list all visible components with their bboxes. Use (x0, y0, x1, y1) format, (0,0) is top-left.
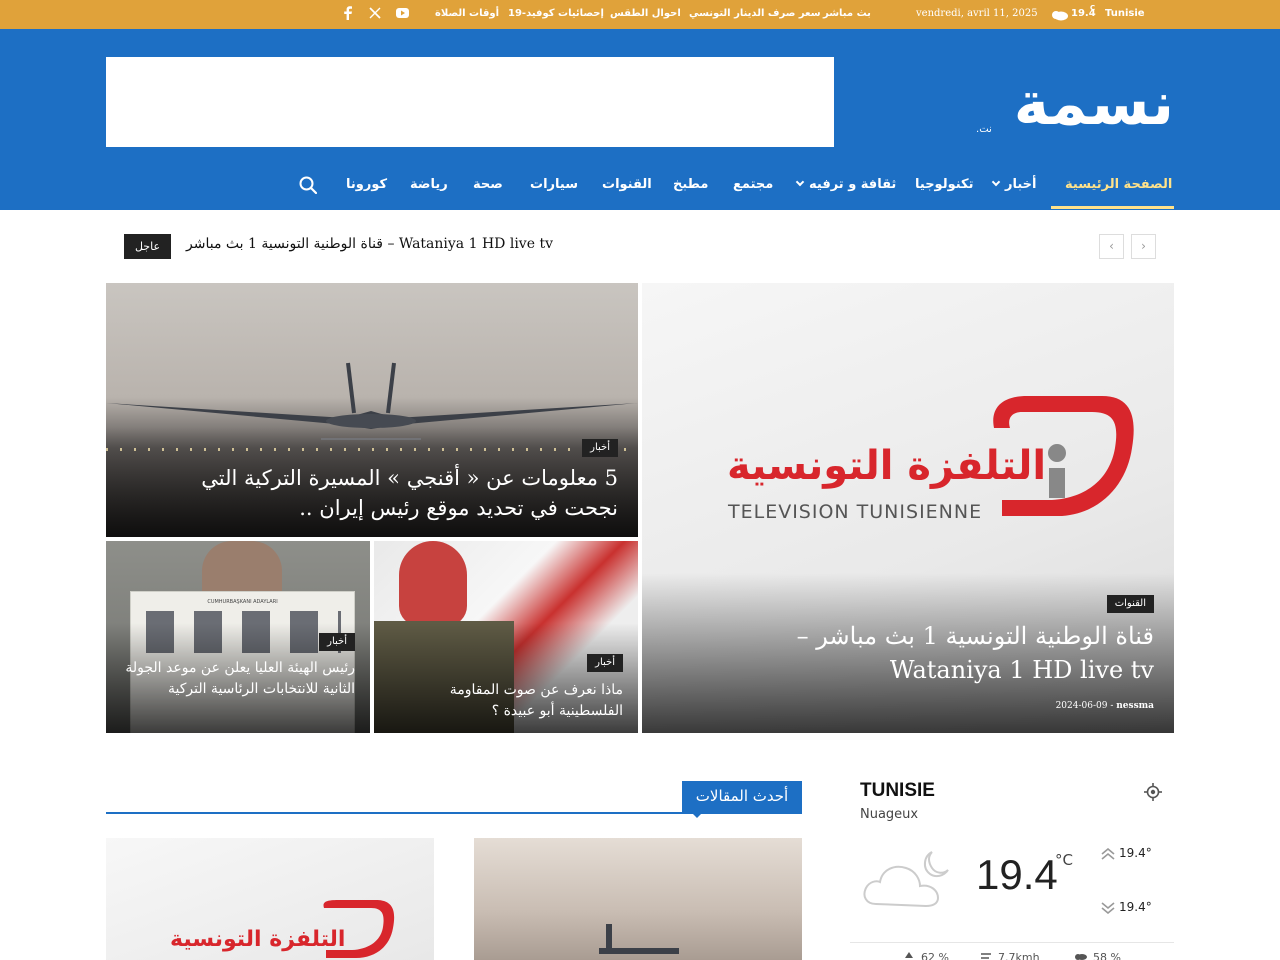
nav-tech[interactable]: تكنولوجيا (915, 159, 974, 210)
nav-cars[interactable]: سيارات (530, 159, 578, 210)
hero-main-title[interactable]: قناة الوطنية التونسية 1 بث مباشر – Watan… (734, 619, 1154, 687)
nav-news-label: أخبار (1005, 177, 1037, 192)
hero-top-card[interactable]: أخبار 5 معلومات عن « أقنجي » المسيرة الت… (106, 283, 638, 537)
hero-top-category[interactable]: أخبار (582, 439, 618, 457)
nav-society[interactable]: مجتمع (733, 159, 773, 210)
nav-culture-label: ثقافة و ترفيه (809, 177, 897, 192)
weather-unit: °C (1055, 851, 1073, 869)
hero-main-author[interactable]: nessma (1116, 701, 1154, 711)
hero-left-title[interactable]: رئيس الهيئة العليا يعلن عن موعد الجولة ا… (125, 658, 355, 700)
hero-left-card[interactable]: CUMHURBAŞKANI ADAYLARI أخبار رئيس الهيئة… (106, 541, 370, 733)
main-nav: الصفحة الرئيسية أخبار تكنولوجيا ثقافة و … (0, 159, 1280, 210)
tv-logo-french: TELEVISION TUNISIENNE (728, 501, 983, 523)
ad-banner[interactable] (106, 57, 834, 147)
weather-high: 19.4° (1119, 846, 1152, 860)
chevron-down-icon (991, 177, 1001, 187)
hero-top-title[interactable]: 5 معلومات عن « أقنجي » المسيرة التركية ا… (198, 463, 618, 523)
ticker-headline[interactable]: قناة الوطنية التونسية 1 بث مباشر – Watan… (186, 236, 553, 252)
facebook-icon[interactable] (343, 6, 357, 20)
weather-temp: 19.4 (976, 851, 1058, 898)
article-card-2[interactable] (474, 838, 802, 960)
nav-home[interactable]: الصفحة الرئيسية (1065, 159, 1172, 210)
clouds-icon (1075, 954, 1087, 960)
drone-image-small (599, 924, 679, 954)
logo-text: نسمة (1013, 69, 1176, 139)
topbar-link-prayer[interactable]: أوقات الصلاة (435, 8, 499, 19)
weather-low: 19.4° (1119, 900, 1152, 914)
weather-clouds: 58 % (1093, 951, 1121, 960)
nav-sports[interactable]: رياضة (410, 159, 448, 210)
hero-main-date: 2024-06-09 (1055, 701, 1108, 711)
x-icon[interactable] (369, 7, 383, 21)
breaking-badge: عاجل (124, 234, 171, 259)
nav-health[interactable]: صحة (473, 159, 503, 210)
wind-icon (981, 953, 991, 959)
cloud-moon-icon (863, 851, 949, 908)
site-logo[interactable]: نسمة .نت (974, 69, 1176, 139)
ticker-next-button[interactable]: › (1131, 234, 1156, 259)
hero-main-category[interactable]: القنوات (1106, 595, 1154, 613)
hero-main-meta: 2024-06-09 - nessma (1056, 701, 1154, 711)
weather-humidity: 62 % (921, 951, 949, 960)
search-icon[interactable] (299, 176, 317, 194)
humidity-icon (905, 952, 913, 958)
temp-low-icon (1101, 902, 1115, 914)
section-title: أحدث المقالات (682, 781, 802, 812)
site-header: نسمة .نت الصفحة الرئيسية أخبار تكنولوجيا… (0, 29, 1280, 210)
youtube-icon[interactable] (396, 7, 410, 21)
hero-right-category[interactable]: أخبار (587, 654, 623, 672)
topbar-location: Tunisie (1105, 8, 1145, 19)
topbar-link-covid[interactable]: إحصائيات كوفيد-19 (508, 8, 604, 19)
nav-culture[interactable]: ثقافة و ترفيه (795, 159, 897, 210)
topbar-link-currency[interactable]: سعر صرف الدينار التونسي (689, 8, 821, 19)
topbar-link-live[interactable]: بث مباشر (823, 8, 871, 19)
ticker-prev-button[interactable]: ‹ (1099, 234, 1124, 259)
weather-wind: 7.7kmh (998, 951, 1040, 960)
weather-city: TUNISIE (860, 780, 935, 801)
article-1-logo-text: التلفزة التونسية (170, 927, 346, 952)
nav-active-indicator (1051, 206, 1174, 209)
article-card-1[interactable]: التلفزة التونسية (106, 838, 434, 960)
hero-right-card[interactable]: أخبار ماذا نعرف عن صوت المقاومة الفلسطين… (374, 541, 638, 733)
hero-right-title[interactable]: ماذا نعرف عن صوت المقاومة الفلسطينية أبو… (393, 680, 623, 722)
topbar-temp: 19.4 (1071, 8, 1096, 19)
tv-logo-arabic: التلفزة التونسية (727, 443, 1047, 489)
nav-channels[interactable]: القنوات (602, 159, 652, 210)
nav-news[interactable]: أخبار (991, 159, 1037, 210)
chevron-down-icon (795, 177, 805, 187)
topbar-date: vendredi, avril 11, 2025 (916, 8, 1038, 19)
section-notch (691, 812, 703, 818)
location-icon[interactable] (1144, 783, 1162, 801)
weather-divider (850, 942, 1174, 943)
hero-left-category[interactable]: أخبار (319, 633, 355, 651)
topbar-link-weather[interactable]: احوال الطقس (610, 8, 681, 19)
logo-sub: .نت (976, 124, 992, 135)
hero-main-card[interactable]: التلفزة التونسية TELEVISION TUNISIENNE ا… (642, 283, 1174, 733)
nav-kitchen[interactable]: مطبخ (673, 159, 708, 210)
nav-corona[interactable]: كورونا (346, 159, 387, 210)
keffiyeh-figure (399, 541, 467, 626)
temp-high-icon (1101, 848, 1115, 860)
top-bar: Tunisie C 19.4 vendredi, avril 11, 2025 … (0, 0, 1280, 29)
weather-desc: Nuageux (860, 807, 919, 822)
cloud-icon (1052, 11, 1068, 21)
ballot-heading: CUMHURBAŞKANI ADAYLARI (207, 599, 278, 605)
